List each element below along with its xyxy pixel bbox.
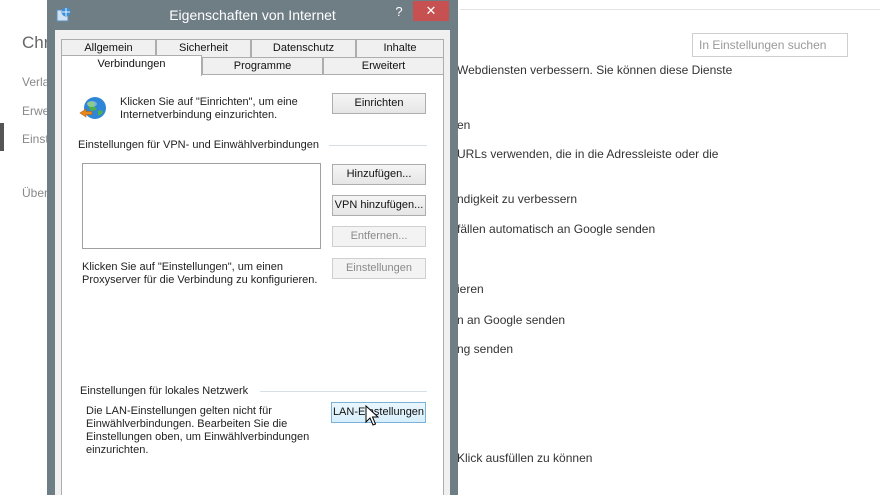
- settings-text-line: n an Google senden: [457, 313, 566, 327]
- settings-text-line: ieren: [457, 282, 484, 296]
- internet-properties-dialog: Eigenschaften von Internet ? ✕ Allgemein…: [47, 0, 458, 495]
- vpn-group-label: Einstellungen für VPN- und Einwählverbin…: [78, 139, 319, 151]
- add-button[interactable]: Hinzufügen...: [332, 164, 426, 185]
- help-button[interactable]: ?: [392, 3, 406, 21]
- settings-text-line: ng senden: [457, 342, 514, 356]
- tab-datenschutz[interactable]: Datenschutz: [251, 39, 356, 57]
- lan-group-label: Einstellungen für lokales Netzwerk: [80, 385, 249, 397]
- nav-item-extensions[interactable]: Erwe: [22, 104, 49, 118]
- lan-description: Die LAN-Einstellungen gelten nicht für E…: [86, 405, 310, 456]
- group-divider: [260, 391, 427, 392]
- page-title: Chr: [22, 33, 50, 52]
- group-divider: [329, 145, 427, 146]
- settings-button[interactable]: Einstellungen: [332, 258, 426, 279]
- remove-button[interactable]: Entfernen...: [332, 226, 426, 247]
- tab-inhalte[interactable]: Inhalte: [356, 39, 444, 57]
- settings-text-line: URLs verwenden, die in die Adressleiste …: [457, 147, 719, 161]
- dialog-titlebar[interactable]: Eigenschaften von Internet ? ✕: [47, 0, 458, 30]
- top-divider: [460, 0, 880, 10]
- proxy-description: Klicken Sie auf "Einstellungen", um eine…: [82, 261, 318, 286]
- einrichten-button[interactable]: Einrichten: [332, 93, 426, 114]
- globe-setup-icon: [78, 93, 110, 125]
- settings-text-line: en: [457, 118, 471, 132]
- settings-text-line: fällen automatisch an Google senden: [457, 222, 656, 236]
- tab-verbindungen[interactable]: Verbindungen: [61, 55, 202, 76]
- dialog-body: Allgemein Sicherheit Datenschutz Inhalte…: [55, 30, 450, 495]
- add-vpn-button[interactable]: VPN hinzufügen...: [332, 195, 426, 216]
- tab-erweitert[interactable]: Erweitert: [323, 57, 444, 75]
- settings-text-line: Webdiensten verbessern. Sie können diese…: [457, 63, 733, 77]
- tab-programme[interactable]: Programme: [202, 57, 323, 75]
- connections-listbox[interactable]: [82, 163, 321, 249]
- nav-item-settings[interactable]: Einst: [22, 132, 49, 146]
- setup-description: Klicken Sie auf "Einrichten", um eine In…: [120, 96, 298, 121]
- settings-text-line: ndigkeit zu verbessern: [457, 192, 578, 206]
- settings-search-input[interactable]: In Einstellungen suchen: [692, 33, 848, 57]
- nav-item-history[interactable]: Verla: [22, 75, 49, 89]
- connections-panel: Klicken Sie auf "Einrichten", um eine In…: [61, 74, 444, 495]
- mouse-pointer-icon: [365, 404, 380, 427]
- nav-item-about[interactable]: Über: [22, 186, 48, 200]
- settings-text-line: Klick ausfüllen zu können: [457, 451, 593, 465]
- close-button[interactable]: ✕: [413, 1, 449, 21]
- nav-selection-indicator: [0, 123, 4, 151]
